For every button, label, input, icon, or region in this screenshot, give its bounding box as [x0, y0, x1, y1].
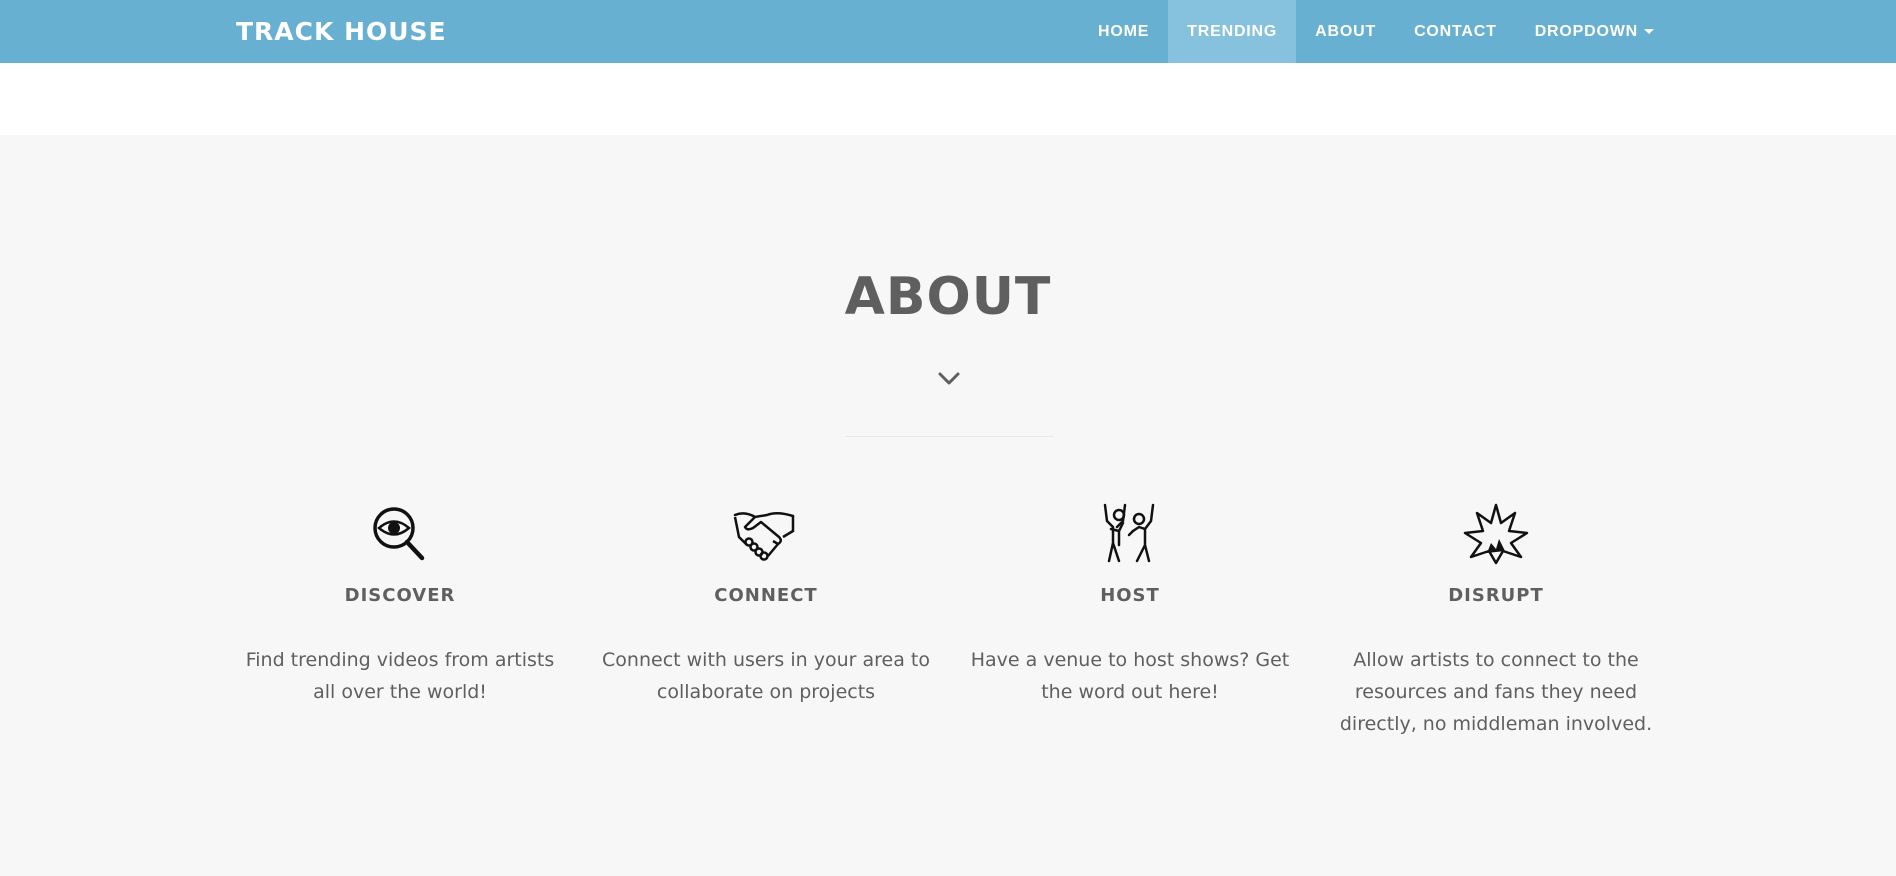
brand-logo[interactable]: TRACK HOUSE: [236, 0, 447, 63]
nav-item-label: ABOUT: [1315, 23, 1377, 40]
caret-down-icon: [1643, 29, 1654, 35]
feature-disrupt: DISRUPT Allow artists to connect to the …: [1331, 501, 1661, 740]
nav-item-label: DROPDOWN: [1534, 23, 1638, 40]
feature-discover: DISCOVER Find trending videos from artis…: [235, 501, 565, 708]
divider: [845, 436, 1053, 437]
nav-menu: HOME TRENDING ABOUT CONTACT DROPDOWN: [1079, 0, 1673, 63]
about-section: ABOUT DISCOVER Find trending videos from…: [0, 135, 1896, 876]
handshake-icon: [733, 512, 795, 561]
feature-text: Allow artists to connect to the resource…: [1339, 649, 1653, 735]
nav-item-label: TRENDING: [1187, 23, 1278, 40]
feature-host: HOST Have a venue to host shows? Get the…: [965, 501, 1295, 708]
magnifier-eye-icon: [373, 507, 425, 561]
chevron-down-icon: [938, 372, 960, 385]
feature-title: DISRUPT: [1448, 585, 1544, 606]
feature-text: Connect with users in your area to colla…: [602, 649, 930, 703]
feature-connect: CONNECT Connect with users in your area …: [601, 501, 931, 708]
nav-item-label: CONTACT: [1414, 23, 1497, 40]
section-title: ABOUT: [844, 267, 1052, 327]
nav-item-about[interactable]: ABOUT: [1296, 0, 1395, 63]
nav-item-label: HOME: [1098, 23, 1150, 40]
nav-item-trending[interactable]: TRENDING: [1168, 0, 1297, 63]
nav-item-home[interactable]: HOME: [1079, 0, 1168, 63]
explosion-icon: [1463, 503, 1529, 565]
navbar: TRACK HOUSE HOME TRENDING ABOUT CONTACT …: [0, 0, 1896, 63]
feature-text: Have a venue to host shows? Get the word…: [970, 649, 1290, 703]
top-spacer: [0, 63, 1896, 135]
nav-item-dropdown[interactable]: DROPDOWN: [1516, 0, 1673, 63]
dancing-people-icon: [1103, 503, 1155, 563]
feature-title: HOST: [1100, 585, 1160, 606]
feature-title: DISCOVER: [344, 585, 456, 606]
nav-item-contact[interactable]: CONTACT: [1395, 0, 1516, 63]
feature-title: CONNECT: [714, 585, 818, 606]
feature-text: Find trending videos from artists all ov…: [245, 649, 555, 703]
